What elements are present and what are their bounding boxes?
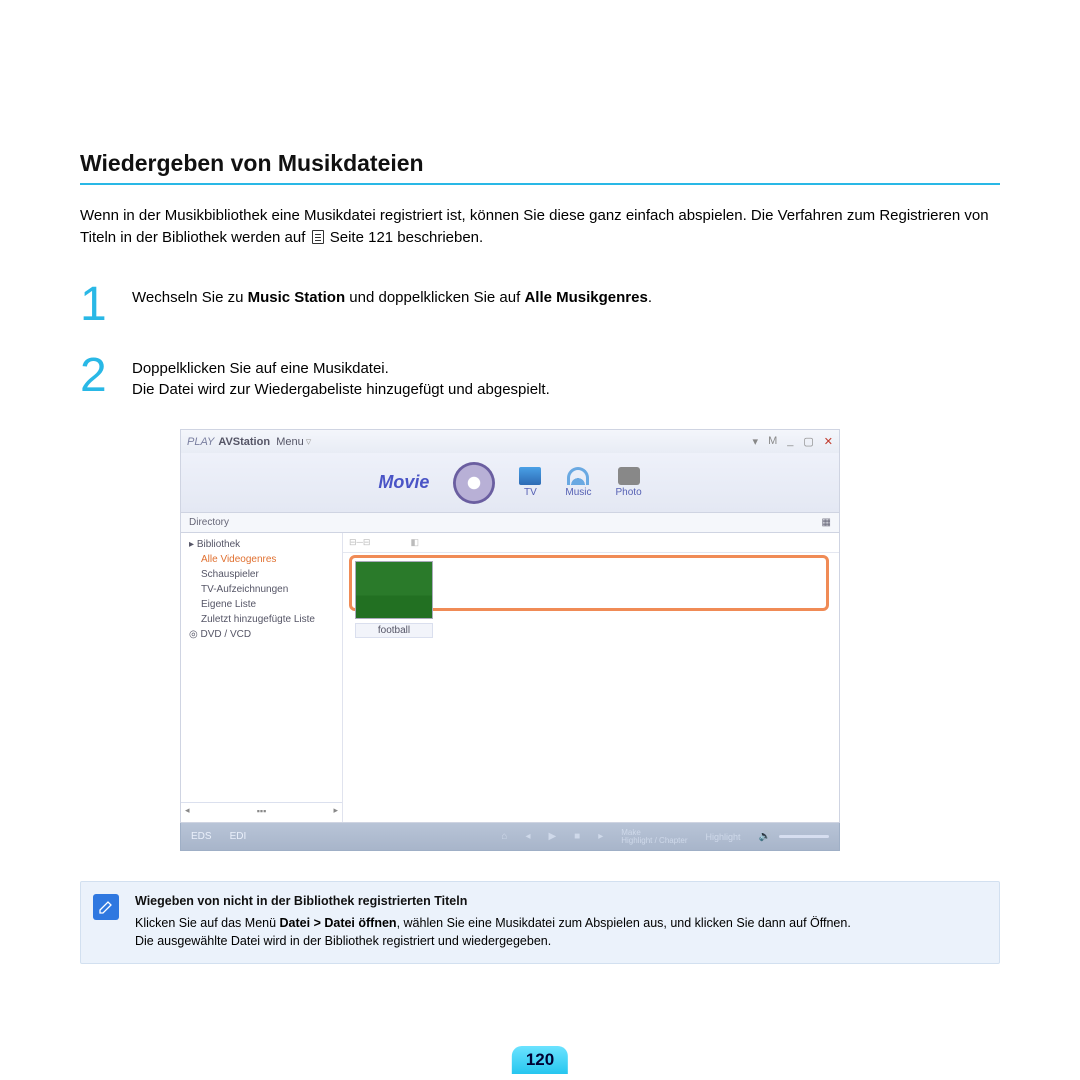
- tree-item-own-list[interactable]: Eigene Liste: [181, 597, 342, 612]
- step-1-body: Wechseln Sie zu Music Station und doppel…: [132, 283, 652, 326]
- app-menu-label[interactable]: Menu: [276, 436, 304, 448]
- thumbnail-caption: football: [355, 623, 433, 638]
- app-player-bar: EDS EDI ⌂ ◂ ▶ ■ ▸ MakeHighlight / Chapte…: [180, 823, 840, 851]
- page-ref-icon: [312, 230, 324, 244]
- s2-b: Die Datei wird zur Wiedergabeliste hinzu…: [132, 381, 550, 398]
- menu-dropdown-icon[interactable]: ▿: [306, 435, 312, 448]
- step-number-1: 1: [80, 283, 110, 326]
- tree-dvd-label: DVD / VCD: [201, 629, 252, 640]
- sidebar-tree: ▸ Bibliothek Alle Videogenres Schauspiel…: [181, 533, 343, 822]
- directory-label: Directory: [189, 517, 229, 528]
- thumbprint-icon[interactable]: ▾: [753, 435, 759, 448]
- step-2: 2 Doppelklicken Sie auf eine Musikdatei.…: [80, 354, 1000, 402]
- minimize-button[interactable]: _: [787, 435, 793, 448]
- tree-item-actors[interactable]: Schauspieler: [181, 567, 342, 582]
- close-button[interactable]: ✕: [824, 435, 833, 448]
- view-grid-icon[interactable]: ▦: [822, 517, 831, 528]
- section-title: Wiedergeben von Musikdateien: [80, 150, 1000, 177]
- intro-text-b: Seite 121 beschrieben.: [330, 229, 483, 246]
- header-tab-tv[interactable]: TV: [519, 467, 541, 498]
- note-l1-c: , wählen Sie eine Musikdatei zum Abspiel…: [397, 916, 851, 930]
- prev-icon[interactable]: ◂: [525, 831, 530, 842]
- next-icon[interactable]: ▸: [598, 831, 603, 842]
- intro-text-a: Wenn in der Musikbibliothek eine Musikda…: [80, 207, 989, 246]
- header-movie-label: Movie: [378, 472, 429, 493]
- music-label: Music: [565, 487, 591, 498]
- app-body: ▸ Bibliothek Alle Videogenres Schauspiel…: [180, 533, 840, 823]
- tree-item-tv-rec[interactable]: TV-Aufzeichnungen: [181, 582, 342, 597]
- app-header: Movie TV Music Photo: [180, 453, 840, 513]
- step-2-body: Doppelklicken Sie auf eine Musikdatei. D…: [132, 354, 550, 402]
- note-title: Wiegeben von nicht in der Bibliothek reg…: [135, 892, 851, 910]
- note-line2: Die ausgewählte Datei wird in der Biblio…: [135, 932, 851, 950]
- camera-icon: [618, 467, 640, 485]
- step-number-2: 2: [80, 354, 110, 402]
- window-controls: ▾ M _ ▢ ✕: [753, 435, 833, 448]
- s1-a: Wechseln Sie zu: [132, 289, 248, 306]
- embedded-app-screenshot: PLAY AVStation Menu ▿ ▾ M _ ▢ ✕ Movie TV…: [180, 429, 840, 851]
- video-thumbnail[interactable]: football: [355, 561, 433, 638]
- pencil-note-icon: [93, 894, 119, 920]
- thumbnail-image: [355, 561, 433, 619]
- content-ruler: ⊟─⊟◧: [343, 533, 839, 553]
- s2-a: Doppelklicken Sie auf eine Musikdatei.: [132, 360, 389, 377]
- edi-button[interactable]: EDI: [230, 831, 247, 842]
- note-l1-b: Datei > Datei öffnen: [280, 916, 397, 930]
- content-area: ⊟─⊟◧ football: [343, 533, 839, 822]
- tv-icon: [519, 467, 541, 485]
- maximize-button[interactable]: ▢: [803, 435, 813, 448]
- volume-icon[interactable]: 🔊: [759, 831, 771, 842]
- m-button[interactable]: M: [768, 435, 777, 448]
- highlight-label[interactable]: Highlight: [706, 832, 741, 842]
- app-subbar: Directory ▦: [180, 513, 840, 533]
- tree-item-recent[interactable]: Zuletzt hinzugefügte Liste: [181, 612, 342, 627]
- tree-item-videogenres[interactable]: Alle Videogenres: [181, 552, 342, 567]
- stop-icon[interactable]: ■: [574, 831, 580, 842]
- eds-button[interactable]: EDS: [191, 831, 212, 842]
- s1-b: Music Station: [248, 289, 346, 306]
- photo-label: Photo: [616, 487, 642, 498]
- s1-e: .: [648, 289, 652, 306]
- page-number: 120: [512, 1046, 568, 1074]
- s1-d: Alle Musikgenres: [524, 289, 647, 306]
- intro-paragraph: Wenn in der Musikbibliothek eine Musikda…: [80, 205, 1000, 249]
- tree-item-dvd[interactable]: ◎ DVD / VCD: [181, 627, 342, 642]
- make-highlight-label[interactable]: MakeHighlight / Chapter: [621, 829, 687, 845]
- s1-c: und doppelklicken Sie auf: [345, 289, 524, 306]
- tree-root-label: Bibliothek: [197, 539, 240, 550]
- note-line1: Klicken Sie auf das Menü Datei > Datei ö…: [135, 914, 851, 932]
- note-l1-a: Klicken Sie auf das Menü: [135, 916, 280, 930]
- camera-footer-icon[interactable]: ⌂: [501, 831, 507, 842]
- section-rule: [80, 183, 1000, 185]
- tv-label: TV: [524, 487, 537, 498]
- headphones-icon: [567, 467, 589, 485]
- sidebar-scrollbar[interactable]: ◂▪▪▪▸: [181, 802, 342, 818]
- app-logo-prefix: PLAY: [187, 436, 214, 448]
- tree-root[interactable]: ▸ Bibliothek: [181, 537, 342, 552]
- step-1: 1 Wechseln Sie zu Music Station und dopp…: [80, 283, 1000, 326]
- note-box: Wiegeben von nicht in der Bibliothek reg…: [80, 881, 1000, 963]
- volume-slider[interactable]: [779, 835, 829, 838]
- play-icon[interactable]: ▶: [548, 831, 556, 842]
- film-reel-icon: [453, 462, 495, 504]
- app-titlebar: PLAY AVStation Menu ▿ ▾ M _ ▢ ✕: [180, 429, 840, 453]
- header-tab-photo[interactable]: Photo: [616, 467, 642, 498]
- header-tab-music[interactable]: Music: [565, 467, 591, 498]
- app-name: AVStation: [218, 436, 270, 448]
- note-body: Wiegeben von nicht in der Bibliothek reg…: [135, 892, 851, 950]
